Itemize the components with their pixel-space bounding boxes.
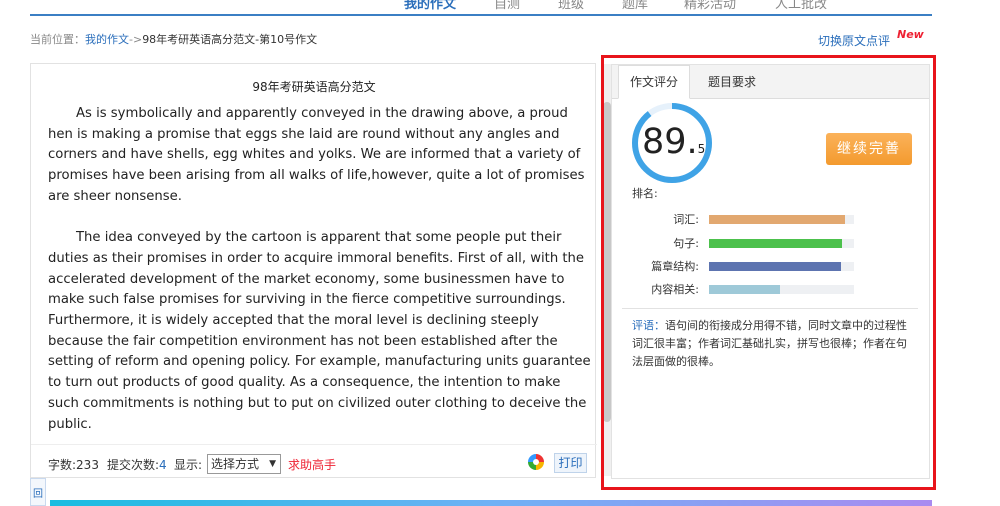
- display-mode-value: 选择方式: [211, 457, 260, 471]
- top-nav: 我的作文 自测 班级 题库 精彩活动 人工批改: [30, 0, 932, 16]
- display-mode-select[interactable]: 选择方式 ▼: [207, 454, 281, 474]
- submit-count-value[interactable]: 4: [159, 458, 167, 472]
- print-button[interactable]: 打印: [554, 453, 587, 473]
- highlight-frame: [601, 55, 936, 490]
- submit-count-label: 提交次数:: [107, 458, 160, 472]
- breadcrumb: 当前位置：我的作文->98年考研英语高分范文-第10号作文: [30, 31, 317, 47]
- essay-body: As is symbolically and apparently convey…: [48, 104, 594, 456]
- nav-item-activities[interactable]: 精彩活动: [684, 0, 736, 12]
- side-mini-button[interactable]: 回: [30, 478, 46, 506]
- submit-count: 提交次数:4: [107, 456, 167, 473]
- essay-paragraph: The idea conveyed by the cartoon is appa…: [48, 230, 591, 432]
- breadcrumb-separator: ->: [129, 33, 143, 46]
- breadcrumb-current: 98年考研英语高分范文-第10号作文: [142, 33, 318, 46]
- chevron-down-icon: ▼: [269, 459, 276, 469]
- side-mini-label: 回: [33, 489, 43, 500]
- essay-footer: 字数:233 提交次数:4 显示: 选择方式 ▼ 求助高手 打印: [31, 444, 597, 478]
- essay-title: 98年考研英语高分范文: [252, 80, 376, 94]
- nav-item-my-essays[interactable]: 我的作文: [404, 0, 456, 12]
- color-wheel-icon[interactable]: [528, 454, 544, 470]
- display-label: 显示:: [174, 458, 203, 472]
- breadcrumb-link-my-essays[interactable]: 我的作文: [85, 33, 129, 46]
- nav-item-self-test[interactable]: 自测: [494, 0, 520, 12]
- ask-expert-link[interactable]: 求助高手: [288, 456, 336, 473]
- new-badge: New: [897, 28, 924, 41]
- breadcrumb-prefix: 当前位置：: [30, 33, 85, 46]
- word-count: 字数:233: [48, 458, 99, 472]
- bottom-banner: [50, 500, 932, 506]
- page: 我的作文 自测 班级 题库 精彩活动 人工批改 当前位置：我的作文->98年考研…: [0, 0, 1000, 506]
- essay-panel: 98年考研英语高分范文 As is symbolically and appar…: [30, 63, 597, 478]
- essay-paragraph: As is symbolically and apparently convey…: [48, 106, 585, 204]
- nav-item-manual-review[interactable]: 人工批改: [775, 0, 827, 12]
- nav-item-class[interactable]: 班级: [558, 0, 584, 12]
- switch-review-link[interactable]: 切换原文点评: [818, 32, 890, 49]
- nav-item-question-bank[interactable]: 题库: [622, 0, 648, 12]
